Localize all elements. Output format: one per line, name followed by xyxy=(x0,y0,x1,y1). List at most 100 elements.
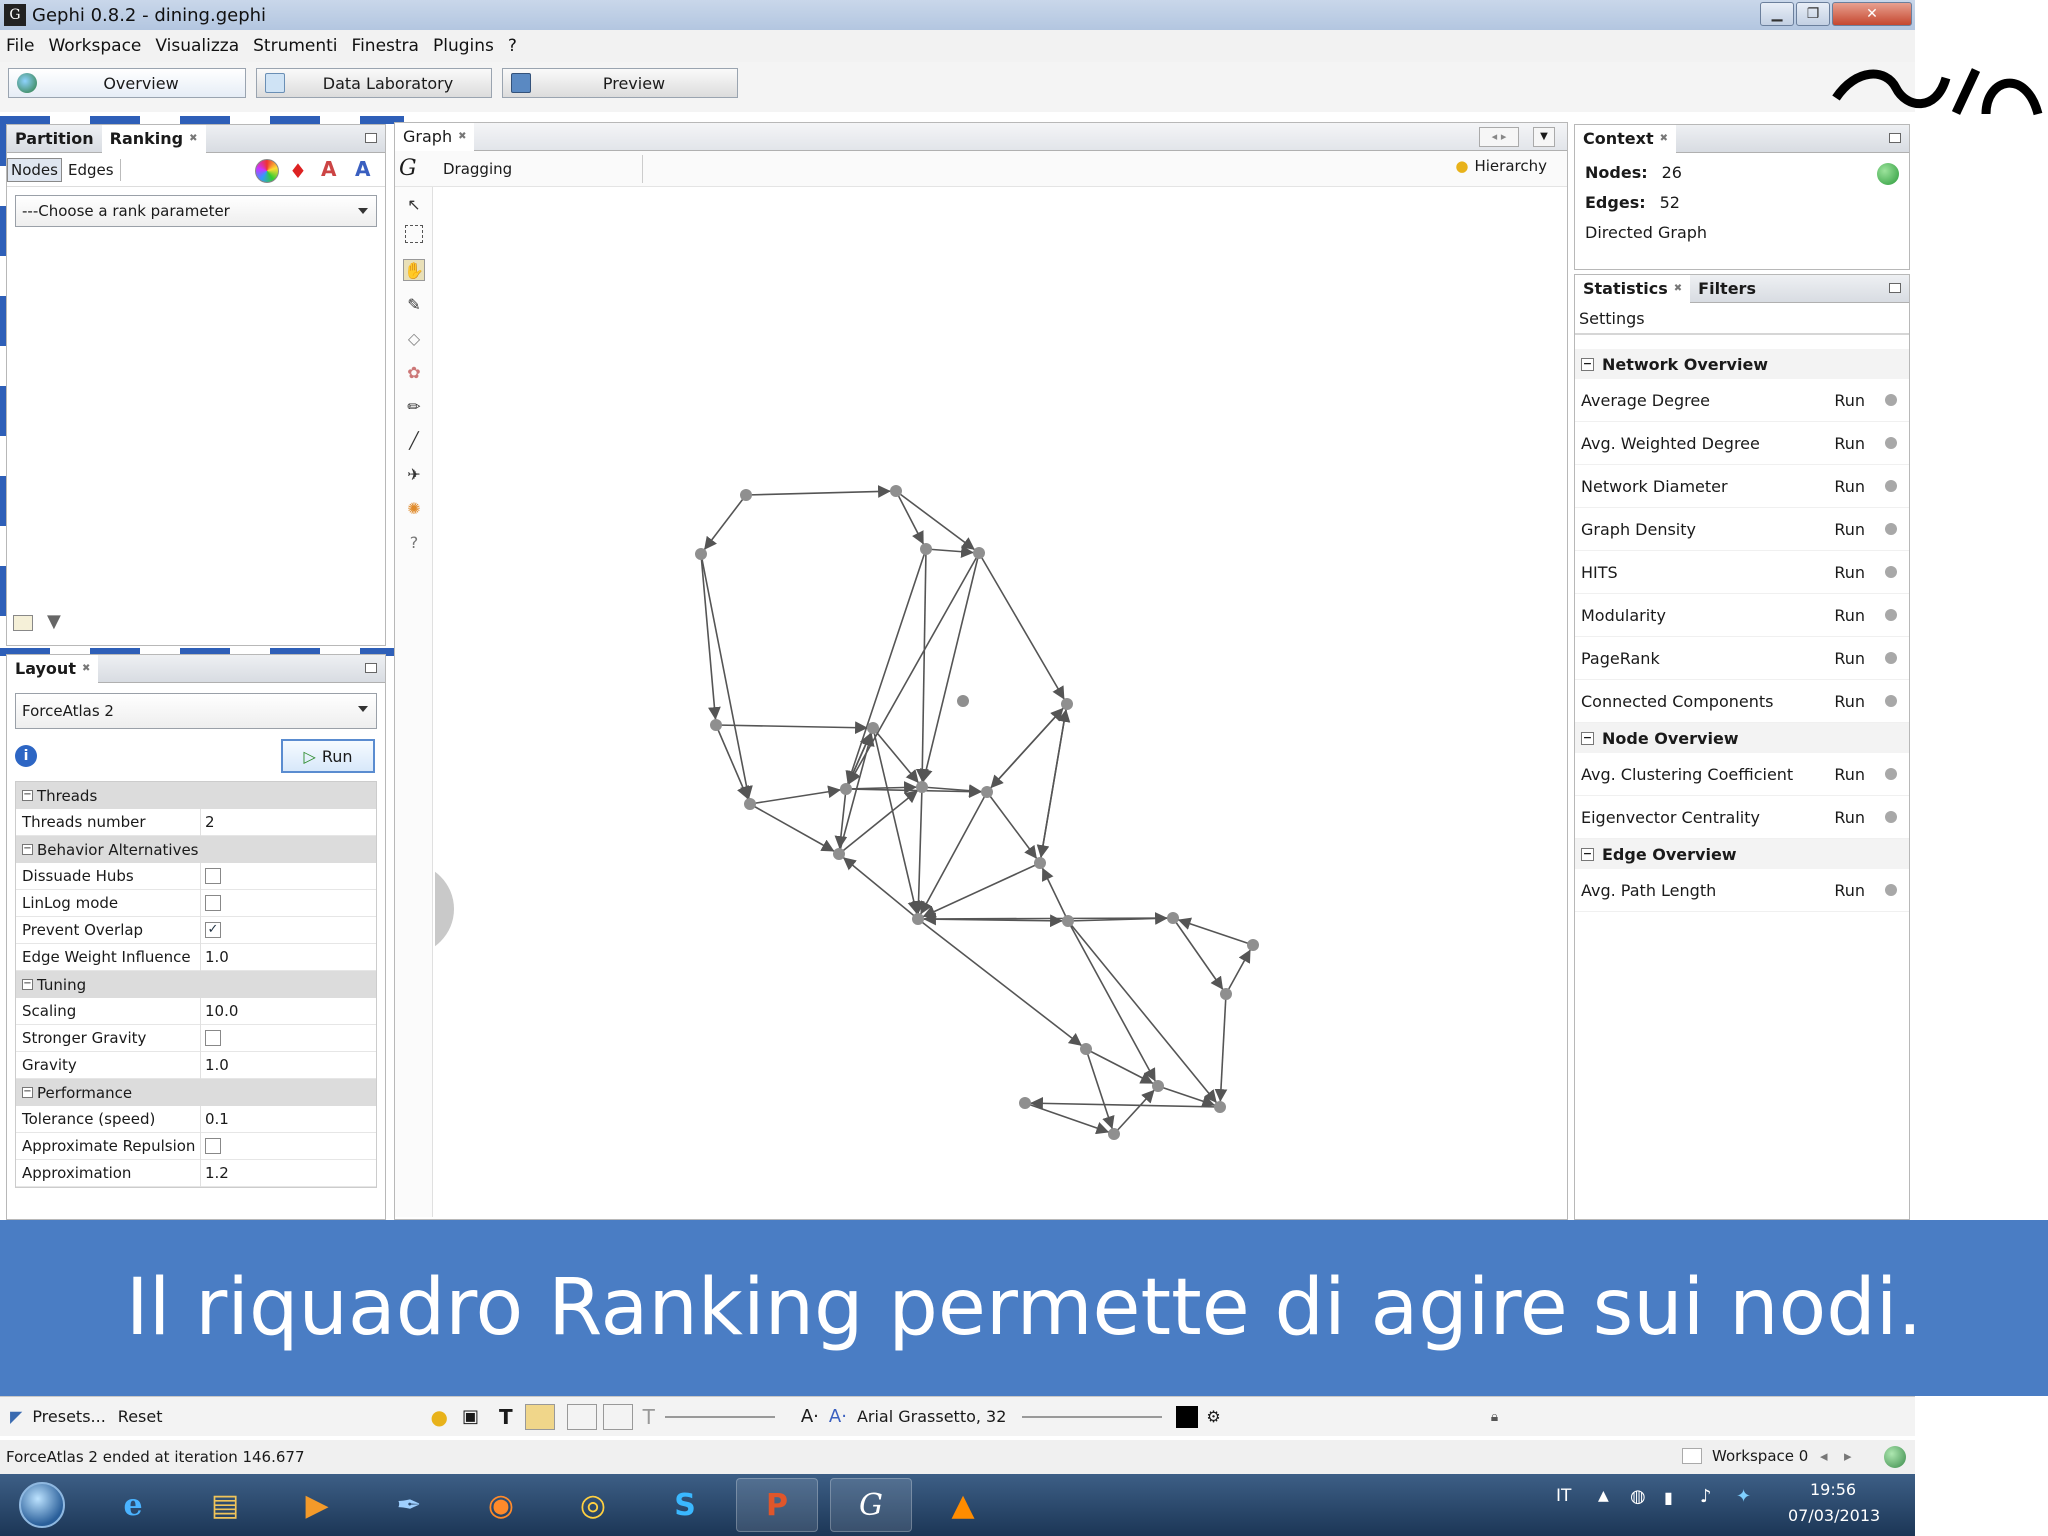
run-button[interactable]: Run xyxy=(1834,606,1865,625)
graph-node[interactable] xyxy=(1152,1080,1164,1092)
graph-edge[interactable] xyxy=(912,786,925,920)
font-scale-slider[interactable] xyxy=(1022,1415,1163,1418)
graph-edge[interactable] xyxy=(895,490,927,550)
file-explorer-icon[interactable]: ▤ xyxy=(184,1478,266,1532)
close-tab-icon[interactable]: ✖ xyxy=(1674,283,1682,294)
graph-edge[interactable] xyxy=(749,785,847,805)
dropbox-icon[interactable]: ✦ xyxy=(1736,1486,1751,1507)
minimize-panel-icon[interactable] xyxy=(365,133,377,143)
workspace-prev-icon[interactable]: ◂ xyxy=(1820,1447,1828,1465)
tab-context[interactable]: Context ✖ xyxy=(1575,124,1676,153)
graph-edge[interactable] xyxy=(700,494,747,555)
tab-preview[interactable]: Preview xyxy=(502,68,738,98)
shortest-path-icon[interactable]: ✈ xyxy=(403,463,425,485)
show-hidden-icons[interactable]: ▲ xyxy=(1598,1488,1609,1504)
reset-button[interactable]: Reset xyxy=(118,1407,163,1426)
graph-edge[interactable] xyxy=(1024,1102,1115,1135)
category-tuning[interactable]: − Tuning xyxy=(16,971,376,998)
dissuade-hubs-checkbox[interactable] xyxy=(205,868,221,884)
tab-partition[interactable]: Partition xyxy=(7,125,102,153)
graph-edge[interactable] xyxy=(895,490,980,554)
size-ranking-icon[interactable]: ♦ xyxy=(289,159,307,183)
skype-icon[interactable]: S xyxy=(644,1478,726,1532)
approximation-field[interactable]: 1.2 xyxy=(200,1159,376,1187)
menu-workspace[interactable]: Workspace xyxy=(48,36,141,56)
presets-button[interactable]: Presets... xyxy=(32,1407,105,1426)
statistics-settings-link[interactable]: Settings xyxy=(1575,303,1909,335)
graph-node[interactable] xyxy=(1167,912,1179,924)
graph-node[interactable] xyxy=(1220,988,1232,1000)
painter-icon[interactable]: ✎ xyxy=(403,293,425,315)
results-list-icon[interactable] xyxy=(13,615,33,631)
graph-node[interactable] xyxy=(1214,1101,1226,1113)
run-layout-button[interactable]: ▷ Run xyxy=(281,739,375,773)
text-size-icon[interactable]: T xyxy=(643,1405,655,1429)
rank-parameter-select[interactable]: ---Choose a rank parameter xyxy=(15,195,377,227)
category-behavior[interactable]: − Behavior Alternatives xyxy=(16,836,376,863)
subtab-nodes[interactable]: Nodes xyxy=(7,157,62,182)
graph-node[interactable] xyxy=(840,783,852,795)
graph-node[interactable] xyxy=(957,695,969,707)
minimize-button[interactable]: ▁ xyxy=(1760,2,1794,26)
screenshot-icon[interactable]: ▣ xyxy=(462,1406,479,1427)
graph-edge[interactable] xyxy=(700,553,753,805)
edge-weight-influence-field[interactable]: 1.0 xyxy=(200,943,376,971)
settings-icon[interactable]: ⚙ xyxy=(1206,1407,1220,1426)
font-size-icon[interactable]: A· xyxy=(801,1406,819,1427)
stronger-gravity-checkbox[interactable] xyxy=(205,1030,221,1046)
graph-edge[interactable] xyxy=(917,912,1174,926)
diamond-size-icon[interactable]: ◇ xyxy=(403,327,425,349)
minimize-panel-icon[interactable] xyxy=(1889,133,1901,143)
approximate-repulsion-checkbox[interactable] xyxy=(205,1138,221,1154)
run-button[interactable]: Run xyxy=(1834,434,1865,453)
gravity-field[interactable]: 1.0 xyxy=(200,1051,376,1079)
run-button[interactable]: Run xyxy=(1834,649,1865,668)
close-tab-icon[interactable]: ✖ xyxy=(458,131,466,142)
run-button[interactable]: Run xyxy=(1834,563,1865,582)
graph-node[interactable] xyxy=(1247,939,1259,951)
graph-edge[interactable] xyxy=(745,485,897,498)
network-tray-icon[interactable]: ◍ xyxy=(1630,1486,1646,1507)
category-performance[interactable]: − Performance xyxy=(16,1079,376,1106)
memory-icon[interactable] xyxy=(1884,1446,1906,1468)
drag-hand-icon[interactable]: ✋ xyxy=(403,259,425,281)
label-size-icon[interactable]: A xyxy=(355,157,370,181)
menu-file[interactable]: File xyxy=(6,36,34,56)
graph-edge[interactable] xyxy=(700,553,721,726)
subtab-edges[interactable]: Edges xyxy=(62,158,121,181)
graph-edge[interactable] xyxy=(925,545,980,559)
clock-time[interactable]: 19:56 xyxy=(1810,1480,1856,1499)
threads-number-field[interactable]: 2 xyxy=(200,808,376,836)
firefox-icon[interactable]: ◉ xyxy=(460,1478,542,1532)
run-button[interactable]: Run xyxy=(1834,477,1865,496)
label-color-icon[interactable]: A xyxy=(321,157,336,181)
graph-edge[interactable] xyxy=(1214,993,1228,1108)
signal-icon[interactable]: ▮ xyxy=(1664,1488,1673,1507)
run-button[interactable]: Run xyxy=(1834,520,1865,539)
graph-canvas[interactable] xyxy=(435,189,1567,1219)
vlc-icon[interactable]: ▲ xyxy=(922,1478,1004,1532)
category-edge-overview[interactable]: − Edge Overview xyxy=(1575,839,1909,869)
refresh-icon[interactable] xyxy=(1877,163,1899,185)
graph-edge[interactable] xyxy=(1225,944,1254,995)
menu-help[interactable]: ? xyxy=(508,36,517,56)
start-button[interactable] xyxy=(4,1478,80,1532)
category-threads[interactable]: − Threads xyxy=(16,782,376,809)
menu-finestra[interactable]: Finestra xyxy=(352,36,419,56)
gephi-taskbar-icon[interactable]: G xyxy=(830,1478,912,1532)
palette-icon[interactable]: ✿ xyxy=(403,361,425,383)
graph-edge[interactable] xyxy=(1039,703,1071,864)
graph-edge[interactable] xyxy=(838,853,919,920)
graph-edge[interactable] xyxy=(1067,920,1159,1087)
graph-node[interactable] xyxy=(981,786,993,798)
font-name-label[interactable]: Arial Grassetto, 32 xyxy=(857,1407,1006,1426)
tab-graph[interactable]: Graph ✖ xyxy=(395,122,475,151)
tolerance-field[interactable]: 0.1 xyxy=(200,1105,376,1133)
tab-filters[interactable]: Filters xyxy=(1690,275,1764,303)
info-icon[interactable]: i xyxy=(15,745,37,767)
workspace-next-icon[interactable]: ▸ xyxy=(1844,1447,1852,1465)
graph-edge[interactable] xyxy=(917,791,988,920)
graph-edge[interactable] xyxy=(917,918,1087,1050)
graph-node[interactable] xyxy=(695,548,707,560)
graph-node[interactable] xyxy=(740,489,752,501)
